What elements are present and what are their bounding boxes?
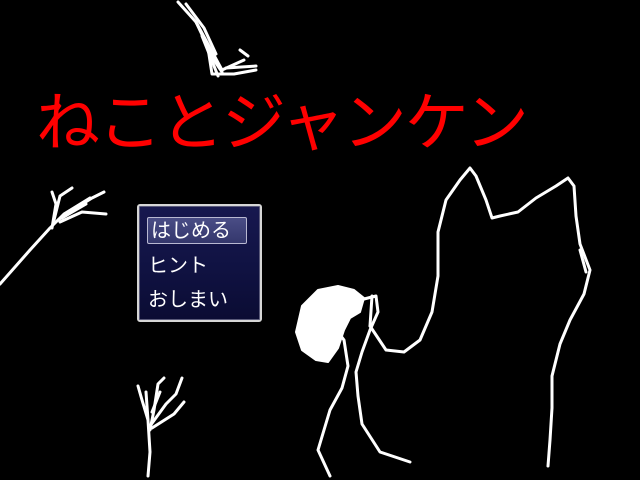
feather-toy-icon bbox=[176, 0, 258, 78]
menu-item-start[interactable]: はじめる bbox=[147, 217, 247, 244]
feather-toy-icon bbox=[0, 186, 108, 286]
menu-item-quit[interactable]: おしまい bbox=[148, 286, 228, 312]
cat-silhouette-icon bbox=[316, 166, 592, 478]
feather-toy-icon bbox=[136, 376, 186, 478]
game-title: ねことジャンケン bbox=[36, 87, 529, 161]
title-menu-window: はじめる ヒント おしまい bbox=[137, 204, 262, 322]
cat-tail-tip-icon bbox=[295, 285, 365, 363]
title-screen: ねことジャンケン はじめる ヒント おしまい bbox=[0, 0, 640, 480]
menu-item-hint[interactable]: ヒント bbox=[148, 252, 208, 278]
background-art bbox=[0, 0, 592, 478]
